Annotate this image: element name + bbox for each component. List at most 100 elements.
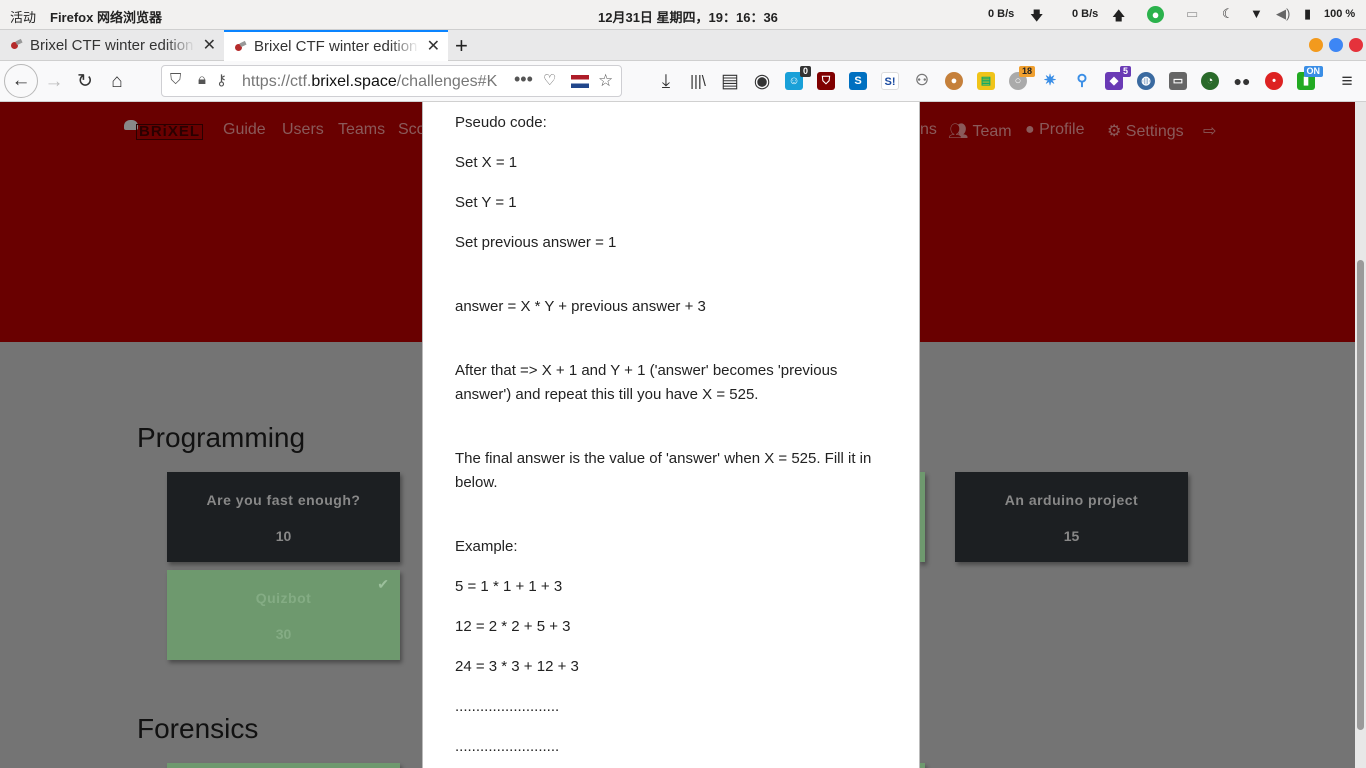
close-tab-icon[interactable]: ✕	[203, 30, 216, 61]
battery-level: 100 %	[1324, 8, 1356, 20]
reload-button[interactable]: ↻	[71, 68, 99, 96]
extension-tab-icon[interactable]: ▭	[1169, 72, 1187, 90]
modal-line: After that => X + 1 and Y + 1 ('answer' …	[455, 362, 838, 403]
close-window-button[interactable]	[1349, 38, 1363, 52]
nav-challenges[interactable]: ns	[920, 121, 937, 139]
extension-circle-icon[interactable]: ○ 18	[1009, 66, 1035, 90]
bug-icon[interactable]: ✷	[1041, 72, 1059, 90]
challenge-points: 10	[275, 528, 292, 544]
brixel-favicon-icon	[11, 40, 23, 50]
home-button[interactable]: ⌂	[103, 68, 131, 96]
modal-line: 24 = 3 * 3 + 12 + 3	[455, 658, 579, 675]
wifi-icon[interactable]: ▼	[1250, 6, 1263, 21]
modal-line: answer = X * Y + previous answer + 3	[455, 298, 706, 315]
challenge-card-quizbot[interactable]: ✔ Quizbot 30	[167, 570, 400, 660]
page-actions-icon[interactable]: •••	[514, 69, 533, 90]
record-icon[interactable]: •	[1265, 72, 1283, 90]
back-button[interactable]: ←	[4, 64, 38, 98]
library-icon[interactable]: |||\	[684, 68, 712, 96]
nav-settings[interactable]: ⚙ Settings	[1107, 121, 1184, 141]
category-title: Forensics	[137, 713, 259, 744]
modal-line: Set X = 1	[455, 154, 518, 171]
nav-profile[interactable]: ● Profile	[1025, 121, 1084, 139]
keyboard-tray-icon[interactable]: ▭	[1186, 6, 1198, 22]
tab-title: Brixel CTF winter edition	[30, 37, 194, 54]
download-arrow-icon: 🡇	[1030, 8, 1044, 23]
key-icon[interactable]: ⚷	[216, 71, 227, 89]
url-text[interactable]: https://ctf.brixel.space/challenges#K	[242, 73, 497, 91]
category-title: Programming	[137, 422, 306, 453]
globe-icon[interactable]: ◍	[1137, 72, 1155, 90]
clock[interactable]: 12月31日 星期四，19：16：36	[598, 7, 778, 26]
close-tab-icon[interactable]: ✕	[427, 32, 440, 61]
map-pin-icon[interactable]: ⚲	[1073, 72, 1091, 90]
nav-team[interactable]: 👥︎ Team	[948, 121, 1012, 141]
nav-users[interactable]: Users	[282, 121, 324, 139]
challenge-modal: Pseudo code: Set X = 1 Set Y = 1 Set pre…	[422, 102, 920, 768]
modal-line: 5 = 1 * 1 + 1 + 3	[455, 578, 563, 595]
url-bar[interactable]: ⛉ 🔒︎ ⚷ https://ctf.brixel.space/challeng…	[161, 65, 622, 97]
scrollbar-thumb[interactable]	[1357, 260, 1364, 730]
activities-button[interactable]: 活动	[10, 7, 36, 26]
modal-line: Pseudo code:	[455, 114, 547, 131]
modal-line: The final answer is the value of 'answer…	[455, 450, 872, 491]
modal-line: Example:	[455, 538, 518, 555]
tracking-shield-icon[interactable]: ⛉	[170, 71, 181, 88]
system-top-bar: 活动 Firefox 网络浏览器 12月31日 星期四，19：16：36 0 B…	[0, 0, 1366, 30]
extension-file-icon[interactable]: ▤	[977, 72, 995, 90]
modal-line: Set previous answer = 1	[455, 234, 617, 251]
challenge-points: 30	[275, 626, 292, 642]
challenge-points: 15	[1063, 528, 1080, 544]
lock-icon[interactable]: 🔒︎	[198, 71, 206, 88]
page-scrollbar[interactable]	[1355, 102, 1366, 768]
extension-glasses-icon[interactable]: ●●	[1233, 72, 1251, 90]
netherlands-flag-icon[interactable]	[571, 75, 589, 88]
cookie-icon[interactable]: ●	[945, 72, 963, 90]
extension-people-icon[interactable]: ⚇	[913, 72, 931, 90]
nav-teams[interactable]: Teams	[338, 121, 385, 139]
ublock-icon[interactable]: ⛉	[817, 72, 835, 90]
navigation-toolbar: ← → ↻ ⌂ ⛉ 🔒︎ ⚷ https://ctf.brixel.space/…	[0, 61, 1366, 102]
app-menu[interactable]: Firefox 网络浏览器	[50, 7, 162, 26]
nav-guide[interactable]: Guide	[223, 121, 266, 139]
net-up-speed: 0 B/s	[1072, 8, 1099, 20]
logout-icon[interactable]: ⇨	[1203, 121, 1216, 141]
forward-button[interactable]: →	[40, 68, 68, 96]
battery-icon[interactable]: ▮	[1304, 6, 1311, 22]
extension-green-icon[interactable]: ◔	[1201, 72, 1219, 90]
modal-line: Set Y = 1	[455, 194, 517, 211]
night-light-icon[interactable]: ☾	[1222, 6, 1234, 22]
challenge-card-fast-enough[interactable]: Are you fast enough? 10	[167, 472, 400, 562]
minimize-button[interactable]	[1309, 38, 1323, 52]
new-tab-button[interactable]: +	[455, 33, 468, 59]
user-circle-icon: ●	[1025, 121, 1040, 138]
tab-brixel-2-active[interactable]: Brixel CTF winter edition ✕	[224, 30, 448, 61]
challenge-name: An arduino project	[1004, 492, 1139, 508]
brixel-logo[interactable]: BRiXEL	[124, 118, 204, 144]
extension-on-icon[interactable]: ▮ ON	[1297, 66, 1323, 90]
account-icon[interactable]: ◉	[748, 68, 776, 96]
wechat-tray-icon[interactable]: ●	[1147, 6, 1164, 23]
bookmark-star-icon[interactable]: ☆	[598, 71, 613, 91]
extension-s-red-icon[interactable]: S!	[881, 72, 899, 90]
downloads-icon[interactable]: ⤓	[652, 68, 680, 96]
modal-line: .........................	[455, 698, 560, 715]
hamburger-menu-icon[interactable]: ≡	[1333, 68, 1361, 96]
challenge-name: Quizbot	[255, 590, 312, 606]
modal-line: 12 = 2 * 2 + 5 + 3	[455, 618, 571, 635]
tab-brixel-1[interactable]: Brixel CTF winter edition ✕	[0, 30, 224, 61]
challenge-name: Are you fast enough?	[206, 492, 361, 508]
users-icon: 👥︎	[948, 123, 973, 140]
tab-title: Brixel CTF winter edition	[254, 38, 418, 55]
sidebar-icon[interactable]: ▤	[716, 68, 744, 96]
brixel-favicon-icon	[235, 42, 247, 52]
tab-strip: Brixel CTF winter edition ✕ Brixel CTF w…	[0, 30, 1366, 61]
extension-purple-icon[interactable]: ◆ 5	[1105, 66, 1131, 90]
volume-icon[interactable]: ◀)	[1276, 6, 1290, 22]
challenge-card-arduino[interactable]: An arduino project 15	[955, 472, 1188, 562]
extension-ghost-icon[interactable]: ☺ 0	[785, 66, 811, 90]
extension-s-icon[interactable]: S	[849, 72, 867, 90]
pocket-icon[interactable]: ♡	[543, 71, 556, 89]
challenge-card-forensics[interactable]	[167, 763, 400, 768]
maximize-button[interactable]	[1329, 38, 1343, 52]
